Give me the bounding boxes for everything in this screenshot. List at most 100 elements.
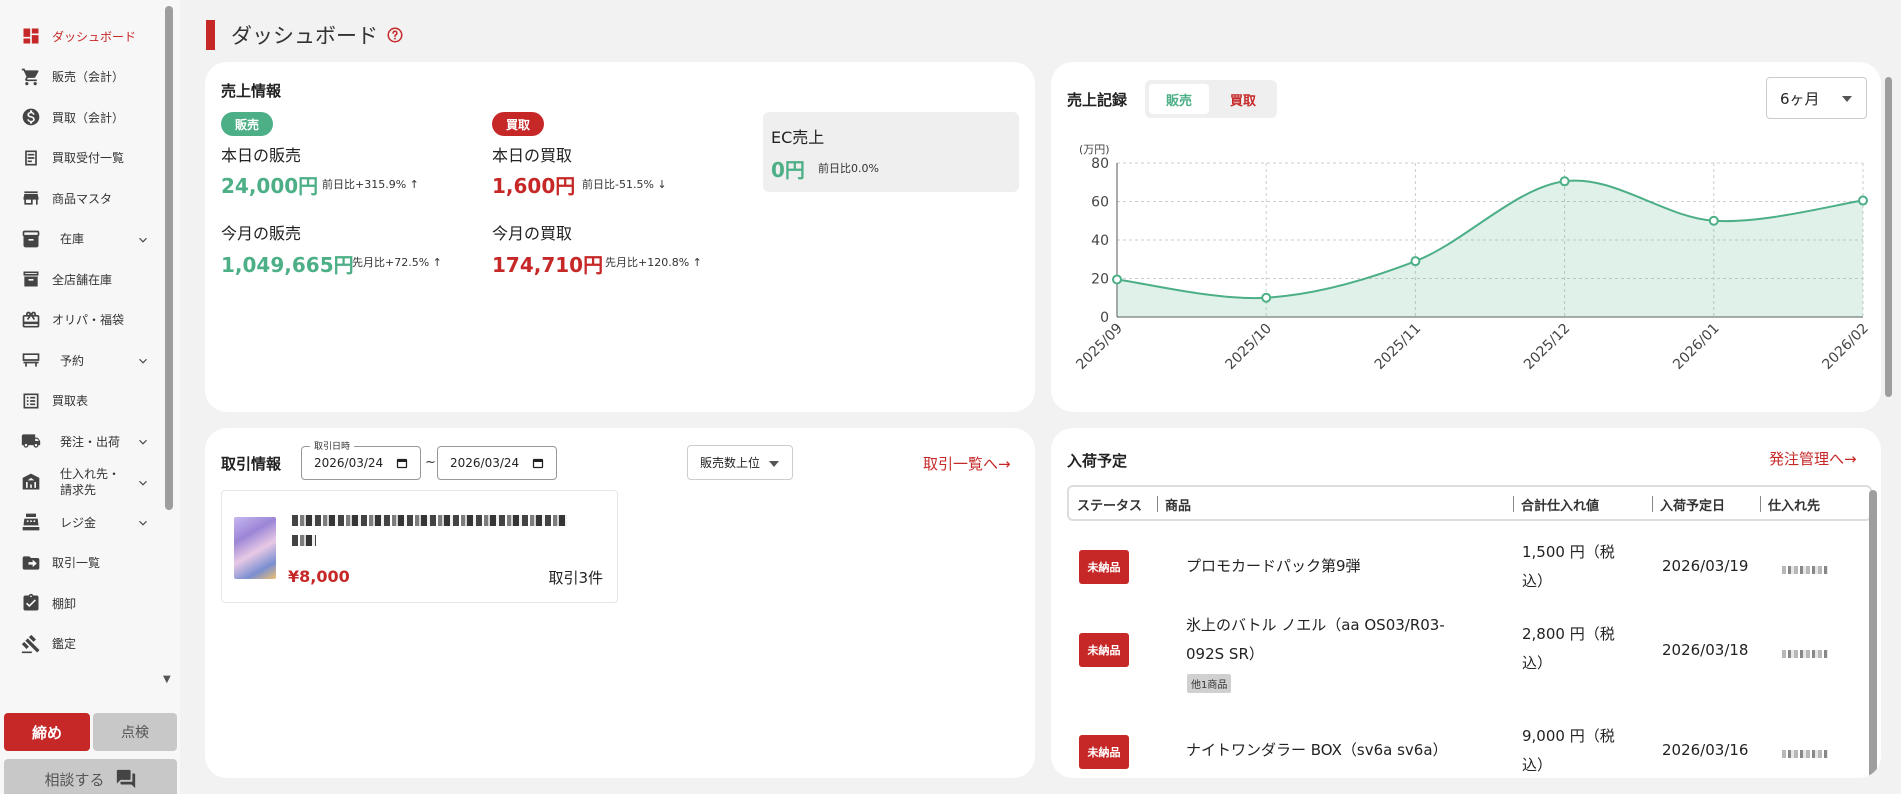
table-row[interactable]: 未納品 ナイトワンダラー BOX（sv6a sv6a） 9,000 円（税 込）… [1067, 716, 1872, 778]
sidebar-item-oripa[interactable]: オリパ・福袋 [0, 300, 172, 341]
inspection-button[interactable]: 点検 [93, 713, 177, 751]
column-header-product[interactable]: 商品 [1165, 495, 1191, 514]
sidebar-item-label: 取引一覧 [52, 556, 101, 571]
ec-sales-label: EC売上 [771, 128, 825, 147]
column-separator [1652, 496, 1653, 512]
today-sales-value: 24,000円 [221, 174, 319, 198]
main-scrollbar-thumb[interactable] [1885, 77, 1892, 397]
total-cost-suffix: 込） [1522, 572, 1553, 590]
sidebar-item-purchase-table[interactable]: 買取表 [0, 381, 172, 422]
redacted-supplier [1782, 566, 1828, 574]
sidebar-item-product-master[interactable]: 商品マスタ [0, 178, 172, 219]
receipt-icon [20, 147, 42, 169]
sidebar-scrollbar[interactable] [165, 6, 173, 510]
data-point [1559, 176, 1570, 187]
other-items-tag: 他1商品 [1187, 674, 1232, 693]
y-tick-label: 40 [1091, 233, 1109, 249]
date-to-value: 2026/03/24 [450, 456, 520, 470]
sidebar-item-appraisal[interactable]: 鑑定 [0, 624, 172, 665]
close-register-button[interactable]: 締め [4, 713, 90, 751]
sidebar-item-label: ダッシュボード [52, 29, 137, 44]
column-separator [1760, 496, 1761, 512]
product-thumbnail [234, 517, 276, 579]
month-sales-compare: 先月比+72.5% ↑ [352, 256, 442, 269]
sidebar-item-label: 発注・出荷 [60, 434, 121, 449]
sidebar-item-label: 予約 [60, 353, 85, 368]
status-badge: 未納品 [1079, 735, 1129, 769]
calendar-icon[interactable] [396, 457, 408, 469]
sidebar-item-label: 商品マスタ [52, 191, 113, 206]
product-name: 氷上のバトル ノエル（aa OS03/R03- [1186, 616, 1445, 634]
transactions-list-link[interactable]: 取引一覧へ→ [923, 453, 1011, 474]
consult-button[interactable]: 相談する [4, 759, 177, 794]
sales-record-card: 売上記録 販売 買取 6ヶ月 0 20 40 60 80 2025/09 2025/10 20… [1051, 62, 1881, 412]
x-tick-label: 2025/12 [1521, 321, 1573, 373]
ec-sales-value: 0円 [771, 158, 805, 182]
order-management-link[interactable]: 発注管理へ→ [1769, 448, 1857, 469]
sidebar-item-label: 鑑定 [52, 637, 77, 652]
sidebar-item-suppliers[interactable]: 仕入れ先・請求先 [0, 462, 172, 503]
sidebar-item-label: 買取（会計） [52, 110, 125, 125]
column-header-supplier[interactable]: 仕入れ先 [1768, 495, 1820, 514]
sidebar-item-register-cash[interactable]: レジ金 [0, 502, 172, 543]
sales-info-title: 売上情報 [221, 82, 282, 100]
sidebar-nav: ダッシュボード 販売（会計） 買取（会計） 買取受付一覧 商品マスタ 在庫 全店… [0, 0, 172, 690]
sidebar-item-all-store-inventory[interactable]: 全店舗在庫 [0, 259, 172, 300]
calendar-icon[interactable] [532, 457, 544, 469]
arrivals-title: 入荷予定 [1067, 452, 1128, 470]
sidebar-item-inventory[interactable]: 在庫 [0, 219, 172, 260]
table-row[interactable]: 未納品 氷上のバトル ノエル（aa OS03/R03- 092S SR） 他1商… [1067, 614, 1872, 704]
title-accent-bar [206, 20, 215, 50]
scroll-down-arrow-icon[interactable]: ▼ [163, 674, 171, 685]
chevron-down-icon[interactable] [136, 515, 150, 529]
sidebar-item-purchase[interactable]: 買取（会計） [0, 97, 172, 138]
list-icon [20, 390, 42, 412]
sidebar-item-reservation[interactable]: 予約 [0, 340, 172, 381]
sidebar-item-purchase-reception[interactable]: 買取受付一覧 [0, 138, 172, 179]
sort-select[interactable]: 販売数上位 [687, 445, 793, 480]
arrival-date: 2026/03/19 [1662, 557, 1749, 575]
today-sales-label: 本日の販売 [221, 146, 302, 165]
chevron-down-icon[interactable] [136, 232, 150, 246]
data-point [1858, 195, 1868, 206]
table-row[interactable]: 未納品 プロモカードパック第9弾 1,500 円（税 込） 2026/03/19 [1067, 534, 1872, 604]
column-header-total-cost[interactable]: 合計仕入れ値 [1521, 495, 1599, 514]
date-from-input[interactable]: 取引日時 2026/03/24 [301, 439, 421, 480]
ec-sales-compare: 前日比0.0% [818, 162, 879, 175]
sidebar-item-sales[interactable]: 販売（会計） [0, 57, 172, 98]
date-to-input[interactable]: 2026/03/24 [437, 446, 557, 480]
sidebar-item-label: 在庫 [60, 232, 85, 247]
store-icon [20, 187, 42, 209]
status-badge: 未納品 [1079, 633, 1129, 667]
transactions-card: 取引情報 取引日時 2026/03/24 ~ 2026/03/24 販売数上位 … [205, 428, 1035, 778]
transaction-item[interactable]: ¥8,000 取引3件 [221, 490, 618, 603]
sidebar-item-order-shipping[interactable]: 発注・出荷 [0, 421, 172, 462]
product-name-line2: 092S SR） [1186, 645, 1264, 663]
chevron-down-icon[interactable] [136, 353, 150, 367]
product-name: ナイトワンダラー BOX（sv6a sv6a） [1186, 741, 1448, 759]
register-icon [20, 511, 42, 533]
y-tick-label: 60 [1091, 195, 1109, 211]
transaction-price: ¥8,000 [288, 567, 350, 586]
arrivals-scrollbar[interactable] [1869, 490, 1877, 778]
total-cost: 2,800 円（税 [1522, 625, 1615, 643]
sidebar-item-transactions[interactable]: 取引一覧 [0, 543, 172, 584]
month-sales-label: 今月の販売 [221, 224, 302, 243]
sidebar-item-stocktaking[interactable]: 棚卸 [0, 583, 172, 624]
x-tick-label: 2026/02 [1819, 321, 1871, 373]
sidebar-item-dashboard[interactable]: ダッシュボード [0, 16, 172, 57]
date-range-separator: ~ [425, 455, 436, 470]
reserve-icon [20, 349, 42, 371]
column-header-status[interactable]: ステータス [1077, 495, 1142, 514]
column-separator [1157, 496, 1158, 512]
cart-icon [20, 66, 42, 88]
column-header-arrival-date[interactable]: 入荷予定日 [1660, 495, 1725, 514]
main-scrollbar[interactable] [1884, 62, 1893, 794]
arrivals-card: 入荷予定 発注管理へ→ ステータス 商品 合計仕入れ値 入荷予定日 仕入れ先 未… [1051, 428, 1881, 778]
help-icon[interactable] [386, 26, 404, 44]
chevron-down-icon[interactable] [136, 434, 150, 448]
total-cost-suffix: 込） [1522, 756, 1553, 774]
chevron-down-icon[interactable] [136, 475, 150, 489]
total-cost: 9,000 円（税 [1522, 727, 1615, 745]
month-sales-value: 1,049,665円 [221, 253, 354, 277]
